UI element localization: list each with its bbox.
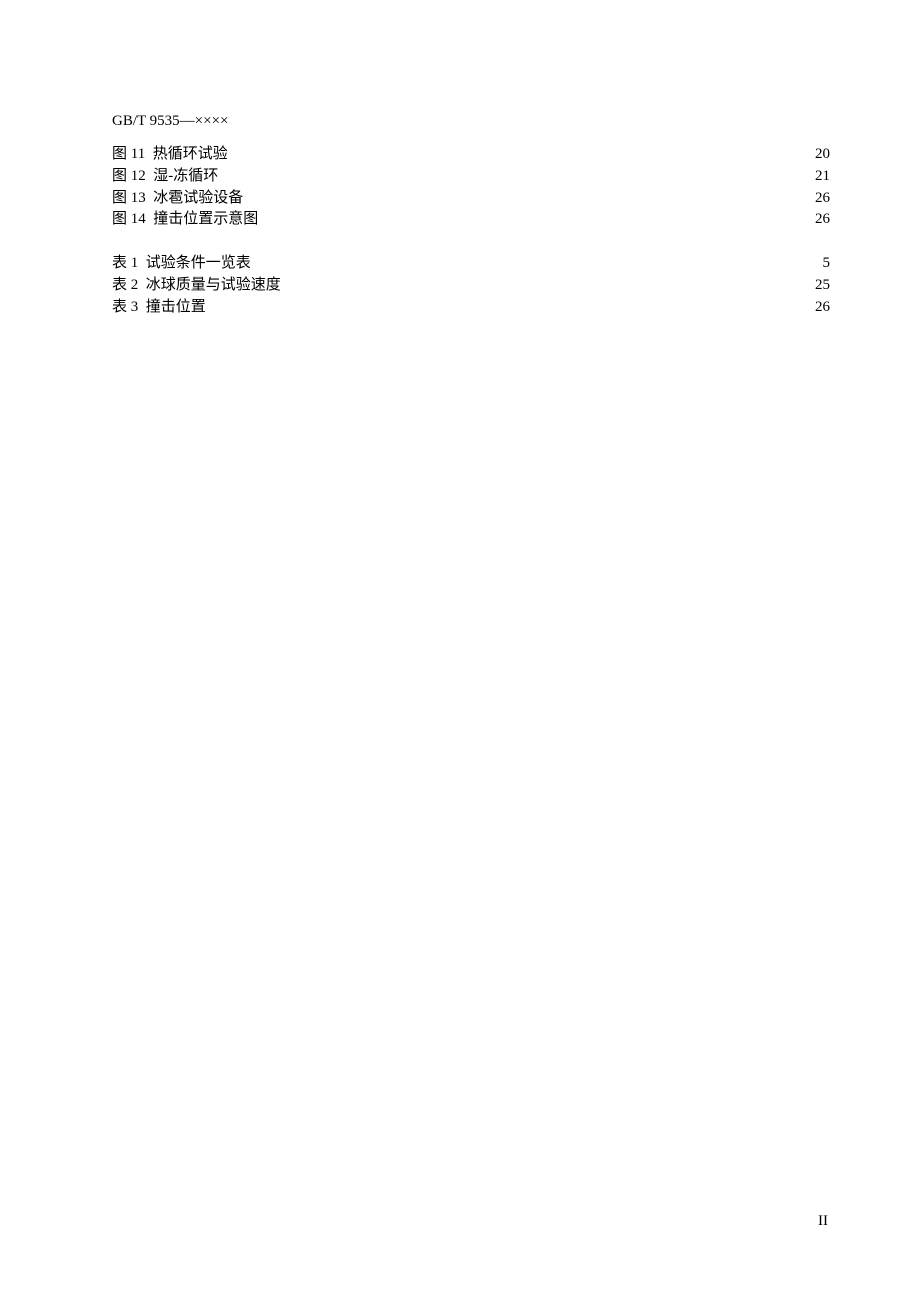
toc-page: 5 bbox=[806, 253, 830, 275]
toc-entry: 图 12 湿-冻循环 21 bbox=[112, 166, 830, 188]
toc-prefix: 图 12 bbox=[112, 166, 146, 188]
toc-prefix: 表 1 bbox=[112, 253, 138, 275]
toc-title: 热循环试验 bbox=[153, 144, 228, 166]
figures-list: 图 11 热循环试验 20 图 12 湿-冻循环 21 图 13 冰雹试验设备 … bbox=[112, 144, 830, 231]
toc-prefix: 表 3 bbox=[112, 297, 138, 319]
toc-prefix: 图 14 bbox=[112, 209, 146, 231]
toc-page: 26 bbox=[806, 188, 830, 210]
toc-page: 21 bbox=[806, 166, 830, 188]
toc-title: 湿-冻循环 bbox=[153, 166, 218, 188]
toc-entry: 表 3 撞击位置 26 bbox=[112, 297, 830, 319]
toc-prefix: 图 11 bbox=[112, 144, 145, 166]
toc-page: 26 bbox=[806, 209, 830, 231]
toc-prefix: 图 13 bbox=[112, 188, 146, 210]
document-header: GB/T 9535—×××× bbox=[112, 113, 830, 130]
toc-prefix: 表 2 bbox=[112, 275, 138, 297]
toc-entry: 表 2 冰球质量与试验速度 25 bbox=[112, 275, 830, 297]
toc-title: 试验条件一览表 bbox=[146, 253, 251, 275]
toc-entry: 图 14 撞击位置示意图 26 bbox=[112, 209, 830, 231]
tables-list: 表 1 试验条件一览表 5 表 2 冰球质量与试验速度 25 表 3 撞击位置 … bbox=[112, 253, 830, 318]
page-number: II bbox=[818, 1213, 828, 1230]
toc-entry: 图 11 热循环试验 20 bbox=[112, 144, 830, 166]
toc-page: 20 bbox=[806, 144, 830, 166]
toc-title: 冰球质量与试验速度 bbox=[146, 275, 281, 297]
toc-title: 冰雹试验设备 bbox=[153, 188, 243, 210]
toc-title: 撞击位置示意图 bbox=[153, 209, 258, 231]
toc-title: 撞击位置 bbox=[146, 297, 206, 319]
toc-page: 26 bbox=[806, 297, 830, 319]
toc-page: 25 bbox=[806, 275, 830, 297]
toc-entry: 图 13 冰雹试验设备 26 bbox=[112, 188, 830, 210]
toc-entry: 表 1 试验条件一览表 5 bbox=[112, 253, 830, 275]
